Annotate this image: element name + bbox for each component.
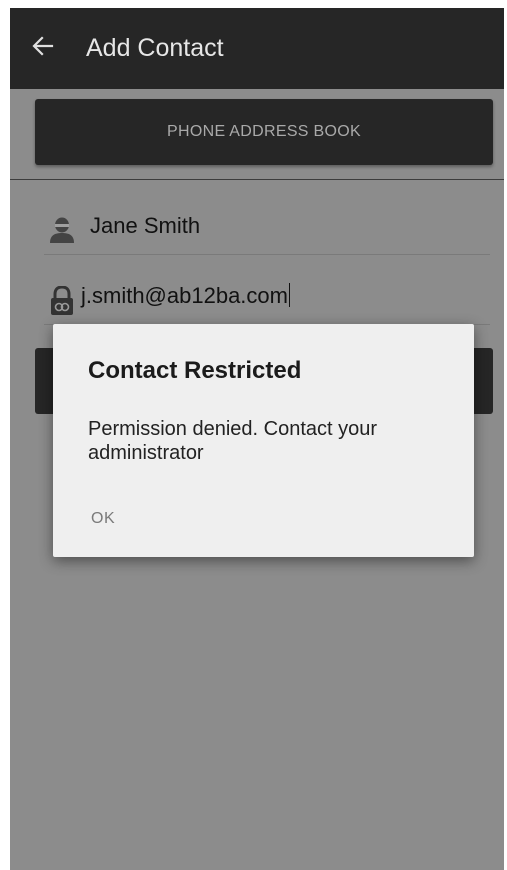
lock-icon: [49, 285, 75, 315]
action-bar: PHONE ADDRESS BOOK: [10, 89, 504, 180]
email-text: j.smith@ab12ba.com: [81, 283, 288, 308]
arrow-left-icon[interactable]: [32, 35, 54, 57]
phone-address-book-button[interactable]: PHONE ADDRESS BOOK: [35, 99, 493, 165]
screen: Add Contact PHONE ADDRESS BOOK Jane Smit…: [10, 8, 504, 870]
person-icon: [49, 216, 75, 244]
restricted-dialog: Contact Restricted Permission denied. Co…: [53, 324, 474, 557]
app-bar: Add Contact: [10, 8, 504, 89]
email-value: j.smith@ab12ba.com: [81, 283, 291, 309]
name-field[interactable]: Jane Smith: [44, 204, 490, 255]
email-field[interactable]: j.smith@ab12ba.com: [44, 274, 490, 325]
ok-button[interactable]: OK: [85, 506, 121, 532]
name-value: Jane Smith: [90, 213, 201, 238]
dialog-title: Contact Restricted: [88, 357, 302, 384]
dialog-message: Permission denied. Contact your administ…: [88, 418, 378, 464]
page-title: Add Contact: [86, 34, 224, 62]
text-cursor: [288, 283, 291, 307]
